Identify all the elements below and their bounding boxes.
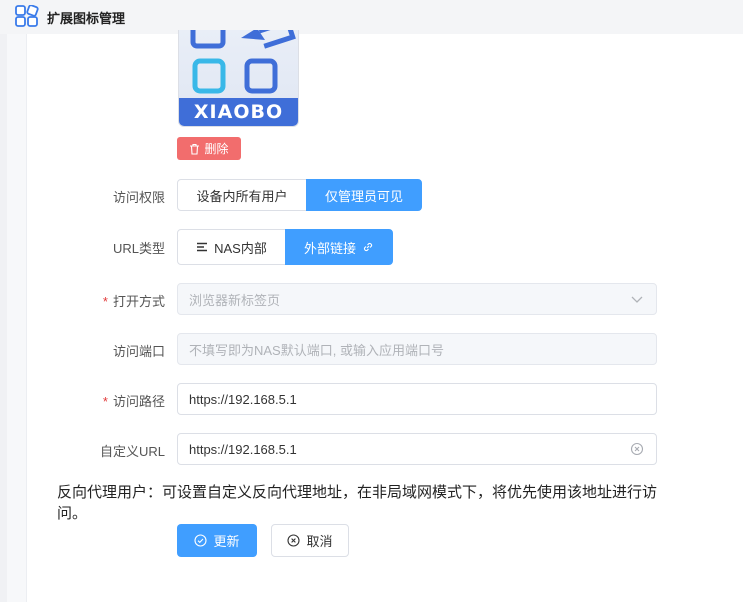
open-mode-select[interactable]: 浏览器新标签页 bbox=[177, 283, 657, 315]
url-type-option-external[interactable]: 外部链接 bbox=[285, 229, 393, 265]
access-option-all-users[interactable]: 设备内所有用户 bbox=[177, 179, 307, 211]
trash-icon bbox=[190, 143, 200, 155]
icon-brand-text: XIAOBO bbox=[179, 98, 298, 126]
chevron-down-icon bbox=[631, 296, 643, 303]
path-label: * 访问路径 bbox=[55, 391, 165, 410]
icon-preview: XIAOBO bbox=[178, 30, 299, 127]
title-bar: 扩展图标管理 bbox=[0, 0, 743, 34]
menu-lines-icon bbox=[197, 242, 208, 252]
update-label: 更新 bbox=[213, 534, 240, 549]
url-type-option-external-label: 外部链接 bbox=[303, 240, 356, 256]
port-input[interactable]: 不填写即为NAS默认端口, 或输入应用端口号 bbox=[177, 333, 657, 365]
access-option-admin-only[interactable]: 仅管理员可见 bbox=[306, 179, 422, 211]
panel-left-strip bbox=[7, 34, 27, 602]
url-type-option-nas[interactable]: NAS内部 bbox=[177, 229, 286, 265]
access-option-all-users-label: 设备内所有用户 bbox=[196, 188, 288, 204]
reverse-proxy-note: 反向代理用户：可设置自定义反向代理地址，在非局域网模式下，将优先使用该地址进行访… bbox=[57, 484, 658, 522]
app-grid-icon bbox=[15, 5, 39, 27]
cancel-button[interactable]: 取消 bbox=[271, 524, 349, 557]
delete-label: 删除 bbox=[204, 142, 229, 156]
window-title: 扩展图标管理 bbox=[47, 11, 126, 26]
required-mark: * bbox=[102, 294, 108, 309]
custom-url-input[interactable]: https://192.168.5.1 bbox=[177, 433, 657, 465]
url-type-option-nas-label: NAS内部 bbox=[214, 240, 267, 256]
path-value: https://192.168.5.1 bbox=[189, 391, 297, 407]
update-button[interactable]: 更新 bbox=[177, 524, 257, 557]
url-type-label: URL类型 bbox=[112, 241, 165, 256]
access-label: 访问权限 bbox=[112, 190, 165, 205]
check-circle-icon bbox=[194, 534, 208, 547]
access-option-admin-only-label: 仅管理员可见 bbox=[324, 188, 403, 204]
port-placeholder: 不填写即为NAS默认端口, 或输入应用端口号 bbox=[189, 342, 444, 358]
custom-url-value: https://192.168.5.1 bbox=[189, 441, 297, 457]
required-mark: * bbox=[102, 394, 108, 409]
cancel-label: 取消 bbox=[306, 534, 333, 549]
open-mode-value: 浏览器新标签页 bbox=[189, 292, 281, 308]
close-circle-icon bbox=[287, 534, 301, 547]
path-label-text: 访问路径 bbox=[112, 394, 165, 409]
path-input[interactable]: https://192.168.5.1 bbox=[177, 383, 657, 415]
port-label: 访问端口 bbox=[112, 344, 165, 359]
link-icon bbox=[363, 242, 373, 252]
open-mode-label: * 打开方式 bbox=[55, 291, 165, 310]
clear-icon[interactable] bbox=[630, 442, 644, 456]
custom-url-label: 自定义URL bbox=[99, 444, 165, 459]
delete-icon-button[interactable]: 删除 bbox=[177, 137, 241, 160]
icon-grid-graphic bbox=[190, 30, 296, 94]
open-mode-label-text: 打开方式 bbox=[112, 294, 165, 309]
